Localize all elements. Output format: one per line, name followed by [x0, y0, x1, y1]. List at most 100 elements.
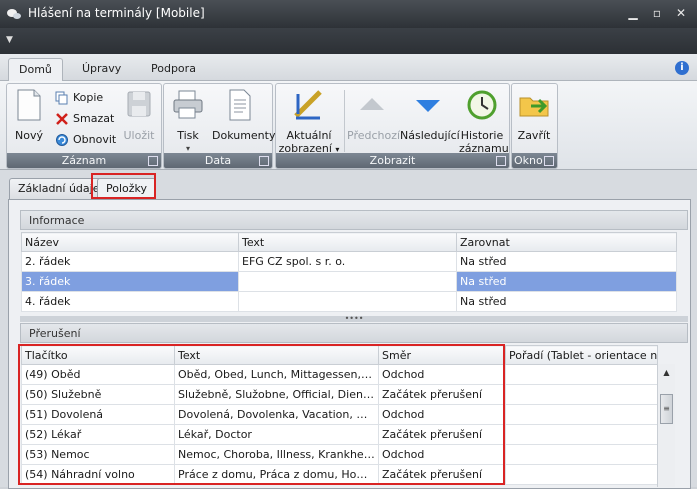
- scroll-up-icon[interactable]: ▲: [660, 366, 673, 379]
- cell[interactable]: Na střed: [456, 271, 677, 292]
- obnovit-button[interactable]: Obnovit: [55, 131, 116, 149]
- column-header-zarovnat[interactable]: Zarovnat: [456, 232, 677, 252]
- table-row[interactable]: 2. řádek EFG CZ spol. s r. o. Na střed: [21, 251, 677, 272]
- section-preruseni: Přerušení: [20, 323, 688, 343]
- dialog-launcher-icon[interactable]: [544, 156, 554, 166]
- cell[interactable]: 2. řádek: [21, 251, 239, 272]
- ulozit-button[interactable]: Uložit: [121, 88, 157, 142]
- table-row[interactable]: (50) Služebně Služebně, Služobne, Offici…: [21, 384, 658, 405]
- refresh-icon: [56, 134, 68, 146]
- group-okno-label: Okno: [512, 153, 557, 168]
- cell[interactable]: Začátek přerušení: [378, 464, 506, 485]
- novy-label: Nový: [15, 129, 43, 142]
- delete-icon: [56, 113, 68, 125]
- dialog-launcher-icon[interactable]: [259, 156, 269, 166]
- aktualni-zobrazeni-button[interactable]: Aktuální zobrazení ▾: [278, 88, 340, 156]
- table-row[interactable]: (51) Dovolená Dovolená, Dovolenka, Vacat…: [21, 404, 658, 425]
- cell[interactable]: Odchod: [378, 404, 506, 425]
- quick-access-dropdown-icon[interactable]: ▼: [6, 35, 13, 45]
- table-row[interactable]: (52) Lékař Lékař, Doctor Začátek přeruše…: [21, 424, 658, 445]
- cell[interactable]: Oběd, Obed, Lunch, Mittagessen, Ebéd: [174, 364, 379, 385]
- cell[interactable]: Dovolená, Dovolenka, Vacation, Urlau...: [174, 404, 379, 425]
- cell[interactable]: Začátek přerušení: [378, 424, 506, 445]
- cell[interactable]: [505, 424, 658, 445]
- cell[interactable]: Nemoc, Choroba, Illness, Krankheit, B...: [174, 444, 379, 465]
- title-bar: Hlášení na terminály [Mobile] ▁ ▫ ✕: [0, 0, 697, 28]
- dokumenty-label: Dokumenty: [212, 129, 276, 142]
- cell[interactable]: 4. řádek: [21, 291, 239, 312]
- ulozit-label: Uložit: [123, 129, 155, 142]
- dialog-launcher-icon[interactable]: [148, 156, 158, 166]
- predchozi-button[interactable]: Předchozí: [347, 88, 400, 142]
- zavrit-button[interactable]: Zavřít: [514, 88, 554, 142]
- cell[interactable]: [505, 444, 658, 465]
- cell[interactable]: Lékař, Doctor: [174, 424, 379, 445]
- cell[interactable]: (54) Náhradní volno: [21, 464, 175, 485]
- table-row[interactable]: (54) Náhradní volno Práce z domu, Práca …: [21, 464, 658, 485]
- cell[interactable]: [238, 271, 457, 292]
- save-icon: [127, 91, 151, 117]
- cell[interactable]: [505, 384, 658, 405]
- dialog-launcher-icon[interactable]: [496, 156, 506, 166]
- cell[interactable]: Na střed: [456, 291, 677, 312]
- cell[interactable]: [505, 464, 658, 485]
- table-header: Název Text Zarovnat: [21, 232, 677, 252]
- cell[interactable]: Na střed: [456, 251, 677, 272]
- tab-domu[interactable]: Domů: [8, 58, 63, 81]
- cell[interactable]: (50) Služebně: [21, 384, 175, 405]
- column-header-smer[interactable]: Směr: [378, 345, 506, 365]
- group-zaznam-label: Záznam: [7, 153, 161, 168]
- cell[interactable]: [505, 364, 658, 385]
- divider: [344, 90, 345, 152]
- cell[interactable]: (52) Lékař: [21, 424, 175, 445]
- table-row[interactable]: 4. řádek Na střed: [21, 291, 677, 312]
- quick-access-toolbar: ▼: [0, 28, 697, 54]
- clock-history-icon: [467, 90, 497, 120]
- cell[interactable]: [505, 404, 658, 425]
- tab-podpora[interactable]: Podpora: [141, 58, 206, 80]
- aktualni-label-1: Aktuální: [286, 129, 332, 142]
- cell[interactable]: Odchod: [378, 444, 506, 465]
- close-button[interactable]: ✕: [672, 5, 690, 21]
- column-header-tlacitko[interactable]: Tlačítko: [21, 345, 175, 365]
- kopie-button[interactable]: Kopie: [55, 89, 103, 107]
- novy-button[interactable]: Nový: [11, 88, 47, 142]
- arrow-down-icon: [416, 100, 440, 112]
- column-header-text[interactable]: Text: [174, 345, 379, 365]
- scroll-thumb[interactable]: ≡: [660, 394, 673, 424]
- cell[interactable]: Práce z domu, Práca z domu, Home O...: [174, 464, 379, 485]
- cell[interactable]: (53) Nemoc: [21, 444, 175, 465]
- cell[interactable]: (51) Dovolená: [21, 404, 175, 425]
- highlight-box: [91, 173, 156, 199]
- documents-icon: [229, 89, 251, 121]
- historie-zaznamu-button[interactable]: Historie záznamu: [459, 88, 509, 155]
- column-header-nazev[interactable]: Název: [21, 232, 239, 252]
- cell[interactable]: EFG CZ spol. s r. o.: [238, 251, 457, 272]
- cell[interactable]: [238, 291, 457, 312]
- group-data: Tisk ▾ Dokumenty Data: [163, 83, 276, 169]
- tisk-button[interactable]: Tisk ▾: [170, 88, 206, 155]
- zavrit-label: Zavřít: [517, 129, 551, 142]
- table-row[interactable]: (49) Oběd Oběd, Obed, Lunch, Mittagessen…: [21, 364, 658, 385]
- smazat-button[interactable]: Smazat: [55, 110, 114, 128]
- historie-label-1: Historie: [460, 129, 504, 142]
- dokumenty-button[interactable]: Dokumenty: [212, 88, 276, 142]
- splitter-handle[interactable]: ••••: [20, 315, 688, 323]
- column-header-poradi[interactable]: Pořadí (Tablet - orientace n...: [505, 345, 658, 365]
- cell[interactable]: Začátek přerušení: [378, 384, 506, 405]
- table-row[interactable]: (53) Nemoc Nemoc, Choroba, Illness, Kran…: [21, 444, 658, 465]
- tab-upravy[interactable]: Úpravy: [72, 58, 131, 80]
- vertical-scrollbar[interactable]: ▲ ≡: [657, 364, 675, 487]
- cell[interactable]: (49) Oběd: [21, 364, 175, 385]
- preruseni-table: Tlačítko Text Směr Pořadí (Tablet - orie…: [21, 345, 658, 485]
- column-header-text[interactable]: Text: [238, 232, 457, 252]
- help-icon[interactable]: i: [675, 61, 689, 75]
- maximize-button[interactable]: ▫: [648, 5, 666, 21]
- nasledujici-button[interactable]: Následující: [400, 88, 460, 142]
- cell[interactable]: Služebně, Služobne, Official, Dienstlic.…: [174, 384, 379, 405]
- cell[interactable]: 3. řádek: [21, 271, 239, 292]
- group-okno: Zavřít Okno: [511, 83, 558, 169]
- table-row-selected[interactable]: 3. řádek Na střed: [21, 271, 677, 292]
- minimize-button[interactable]: ▁: [624, 5, 642, 21]
- cell[interactable]: Odchod: [378, 364, 506, 385]
